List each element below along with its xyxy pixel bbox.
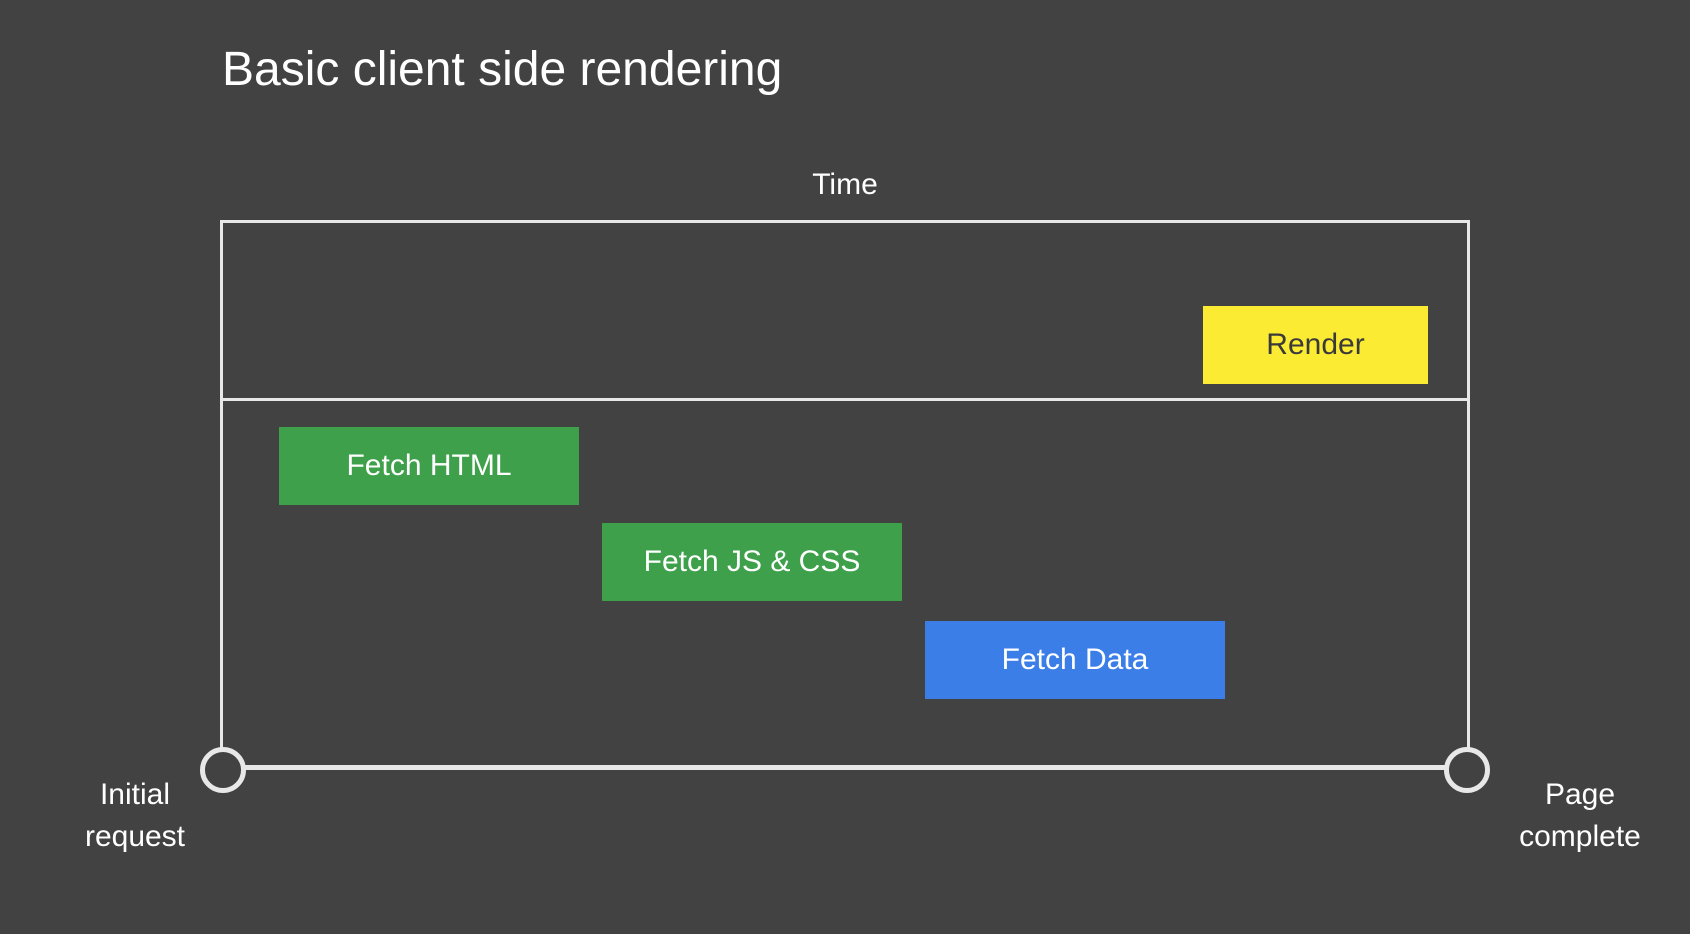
time-axis-label: Time (812, 168, 878, 202)
fetch-js-css-bar: Fetch JS & CSS (602, 523, 902, 601)
fetch-data-bar: Fetch Data (925, 621, 1225, 699)
render-bar: Render (1203, 306, 1428, 384)
timeline-diagram: Render Fetch HTML Fetch JS & CSS Fetch D… (220, 220, 1470, 770)
end-marker-icon (1444, 747, 1490, 793)
fetch-html-bar: Fetch HTML (279, 427, 579, 505)
initial-request-label: Initial request (55, 774, 215, 858)
diagram-title: Basic client side rendering (222, 42, 782, 97)
page-complete-label: Page complete (1500, 774, 1660, 858)
upper-track: Render (223, 223, 1467, 401)
timeline-axis (223, 765, 1467, 770)
lower-track: Fetch HTML Fetch JS & CSS Fetch Data (223, 401, 1467, 773)
